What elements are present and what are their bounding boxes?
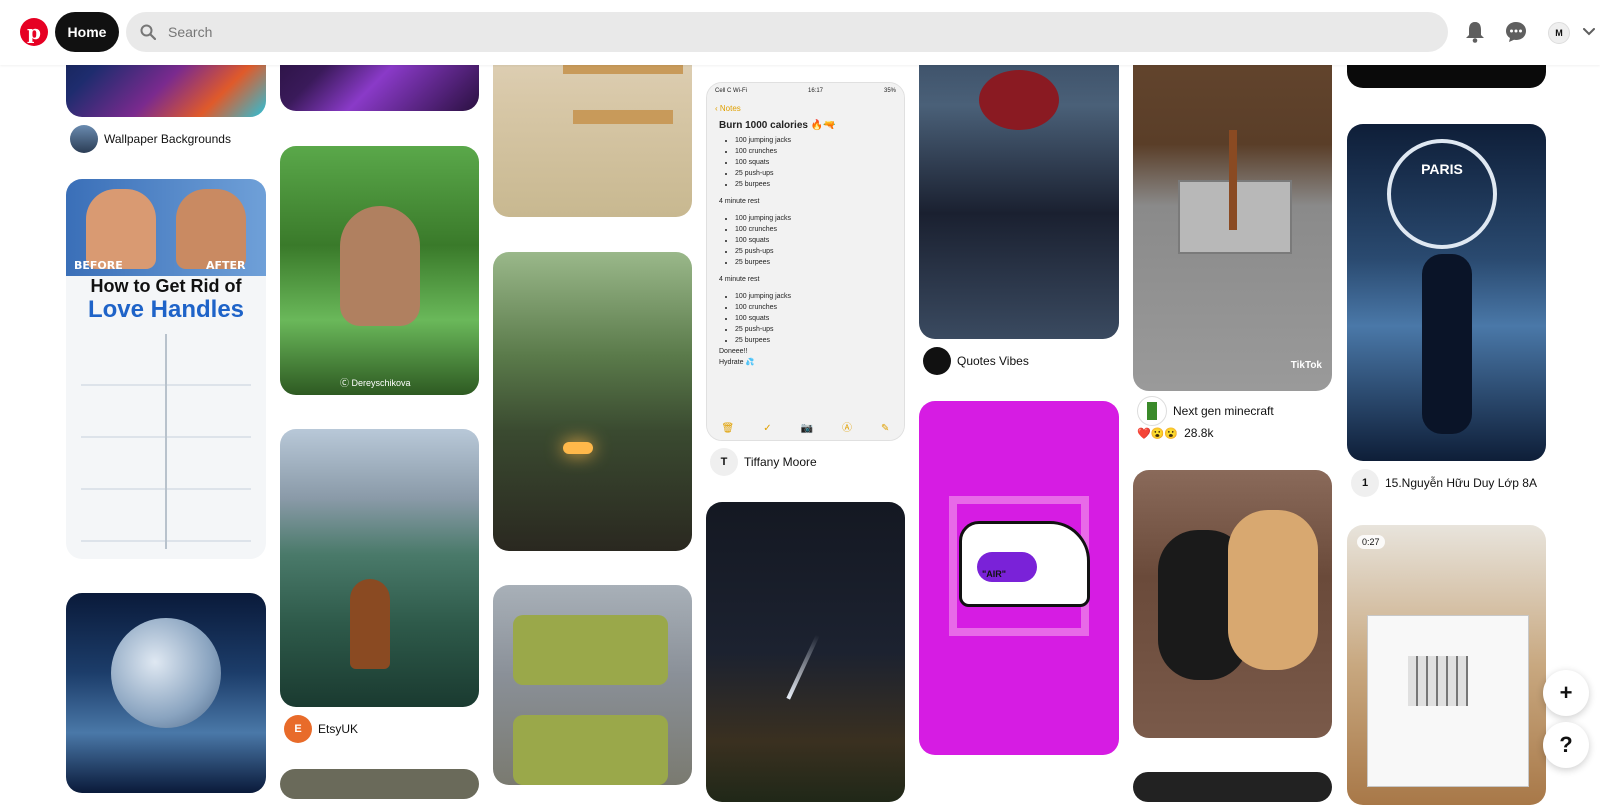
- notes-list-1: 100 jumping jacks100 crunches100 squats2…: [707, 135, 904, 190]
- notes-list-3: 100 jumping jacks100 crunches100 squats2…: [707, 291, 904, 346]
- search-icon: [138, 22, 158, 42]
- fire-pit-image: [563, 442, 593, 454]
- creator-avatar: E: [284, 715, 312, 743]
- chevron-down-icon[interactable]: [1583, 24, 1595, 40]
- pin-green-cars[interactable]: [493, 585, 692, 785]
- drawing-image: [1367, 615, 1529, 787]
- pin-moon-dolphin[interactable]: [66, 593, 266, 793]
- pin-lake-boat[interactable]: [280, 429, 479, 707]
- search-input[interactable]: [166, 23, 1420, 41]
- pin-creator-wallpaper-backgrounds[interactable]: Wallpaper Backgrounds: [70, 125, 231, 153]
- pin-partial-bottom[interactable]: [280, 769, 479, 799]
- deer-image: [340, 206, 420, 326]
- pin-love-handles[interactable]: BEFORE AFTER How to Get Rid of Love Hand…: [66, 179, 266, 559]
- top-navigation-bar: p Home M: [0, 0, 1600, 65]
- pin-creator-tiffany-moore[interactable]: T Tiffany Moore: [710, 448, 817, 476]
- pin-baby-deer[interactable]: Ⓒ Dereyschikova: [280, 146, 479, 395]
- search-bar[interactable]: [126, 12, 1448, 52]
- car-image: [513, 615, 668, 685]
- creator-avatar: [70, 125, 98, 153]
- video-duration-badge: 0:27: [1357, 535, 1385, 549]
- boat-image: [350, 579, 390, 669]
- creator-avatar: 1: [1351, 469, 1379, 497]
- pin-creator-quotes-vibes[interactable]: Quotes Vibes: [923, 347, 1029, 375]
- spiderman-image: [979, 70, 1059, 130]
- psg-crest-image: PARIS: [1387, 139, 1497, 249]
- pin-creator-next-gen-minecraft[interactable]: Next gen minecraft: [1137, 396, 1274, 426]
- pin-psg-poster[interactable]: PARIS: [1347, 124, 1546, 461]
- messages-icon[interactable]: [1504, 20, 1528, 44]
- pin-pencil-drawing-video[interactable]: 0:27: [1347, 525, 1546, 805]
- pin-reactions: ❤️😮😮 28.8k: [1137, 426, 1214, 440]
- sneaker-image: "AIR": [959, 521, 1090, 607]
- notes-toolbar: 🗑 ✓ 📷 Ⓐ ✎: [721, 423, 890, 434]
- pin-backyard-patio[interactable]: [493, 252, 692, 551]
- notes-list-2: 100 jumping jacks100 crunches100 squats2…: [707, 213, 904, 268]
- creator-avatar: [1137, 396, 1167, 426]
- pin-comet-night-sky[interactable]: [706, 502, 905, 802]
- pin-sneaker-art[interactable]: "AIR": [919, 401, 1119, 755]
- user-avatar[interactable]: M: [1548, 22, 1570, 44]
- comet-image: [786, 634, 820, 700]
- creator-avatar: T: [710, 448, 738, 476]
- notifications-bell-icon[interactable]: [1463, 20, 1487, 44]
- pin-dogs-hugging[interactable]: [1133, 470, 1332, 738]
- pin-burn-calories-notes[interactable]: Cell C Wi-Fi 16:17 35% ‹ Notes Burn 1000…: [706, 82, 905, 441]
- help-button[interactable]: ?: [1543, 722, 1589, 768]
- pin-creator-etsyuk[interactable]: E EtsyUK: [284, 715, 358, 743]
- pinterest-logo-icon[interactable]: p: [20, 18, 48, 46]
- pin-creator-psg[interactable]: 1 15.Nguyễn Hữu Duy Lớp 8A: [1351, 469, 1537, 497]
- home-button[interactable]: Home: [55, 12, 119, 52]
- pin-grid: Wallpaper Backgrounds BEFORE AFTER How t…: [0, 0, 1600, 805]
- creator-avatar: [923, 347, 951, 375]
- add-pin-button[interactable]: +: [1543, 670, 1589, 716]
- moon-image: [111, 618, 221, 728]
